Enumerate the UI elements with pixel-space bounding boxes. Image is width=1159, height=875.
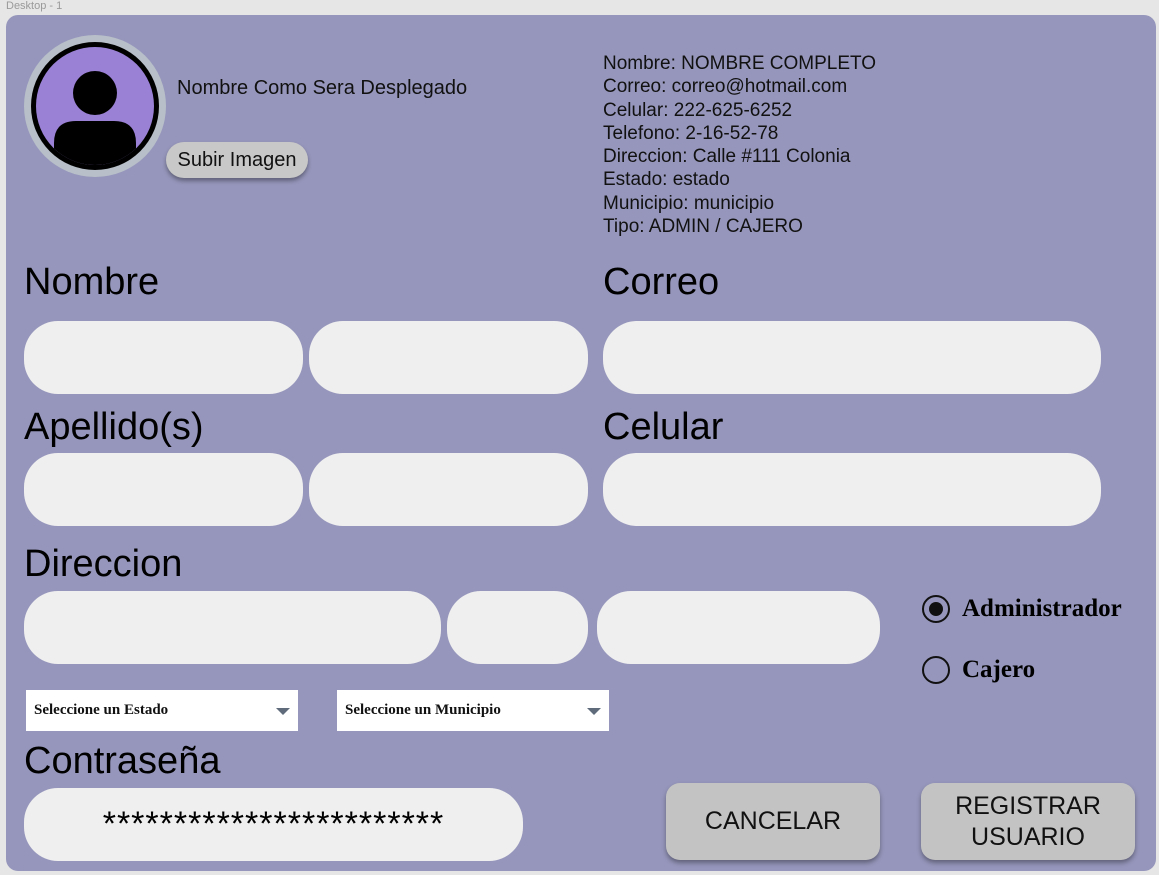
radio-cajero-label: Cajero <box>962 656 1036 683</box>
second-name-input[interactable] <box>309 321 588 394</box>
celular-label: Celular <box>603 406 724 448</box>
info-line-correo: Correo: correo@hotmail.com <box>603 76 848 98</box>
info-line-direccion: Direccion: Calle #111 Colonia <box>603 146 851 168</box>
window-title: Desktop - 1 <box>6 0 63 12</box>
radio-selected-icon <box>922 595 950 623</box>
radio-administrador[interactable]: Administrador <box>922 595 1122 623</box>
info-line-celular: Celular: 222-625-6252 <box>603 99 793 121</box>
radio-unselected-icon <box>922 656 950 684</box>
nombre-label: Nombre <box>24 261 160 303</box>
apellidos-label: Apellido(s) <box>24 406 204 448</box>
info-line-municipio: Municipio: municipio <box>603 192 775 214</box>
radio-cajero[interactable]: Cajero <box>922 656 1035 684</box>
colonia-input[interactable] <box>597 591 880 664</box>
cellphone-input[interactable] <box>603 453 1101 526</box>
user-info-summary: Nombre: NOMBRE COMPLETO Correo: correo@h… <box>603 52 876 238</box>
info-line-telefono: Telefono: 2-16-52-78 <box>603 122 779 144</box>
estado-select-value: Seleccione un Estado <box>34 702 169 718</box>
email-input[interactable] <box>603 321 1101 394</box>
radio-administrador-label: Administrador <box>962 595 1122 622</box>
direccion-label: Direccion <box>24 543 183 585</box>
estado-select[interactable]: Seleccione un Estado <box>26 690 298 731</box>
municipio-select-value: Seleccione un Municipio <box>345 702 501 718</box>
cancel-button[interactable]: CANCELAR <box>666 783 880 860</box>
upload-image-button[interactable]: Subir Imagen <box>166 142 308 178</box>
register-user-button[interactable]: REGISTRAR USUARIO <box>921 783 1135 860</box>
password-label: Contraseña <box>24 740 221 782</box>
correo-label: Correo <box>603 261 720 303</box>
avatar[interactable] <box>24 35 166 177</box>
chevron-down-icon <box>587 708 601 715</box>
registration-card: Nombre Como Sera Desplegado Subir Imagen… <box>6 15 1156 871</box>
info-line-nombre: Nombre: NOMBRE COMPLETO <box>603 53 877 74</box>
chevron-down-icon <box>276 708 290 715</box>
street-input[interactable] <box>24 591 441 664</box>
municipio-select[interactable]: Seleccione un Municipio <box>337 690 609 731</box>
first-surname-input[interactable] <box>24 453 303 526</box>
info-line-tipo: Tipo: ADMIN / CAJERO <box>603 216 803 238</box>
password-input[interactable]: ************************ <box>24 788 523 861</box>
info-line-estado: Estado: estado <box>603 169 730 191</box>
display-name: Nombre Como Sera Desplegado <box>177 77 468 99</box>
first-name-input[interactable] <box>24 321 303 394</box>
number-input[interactable] <box>447 591 588 664</box>
second-surname-input[interactable] <box>309 453 588 526</box>
user-icon <box>54 71 136 165</box>
